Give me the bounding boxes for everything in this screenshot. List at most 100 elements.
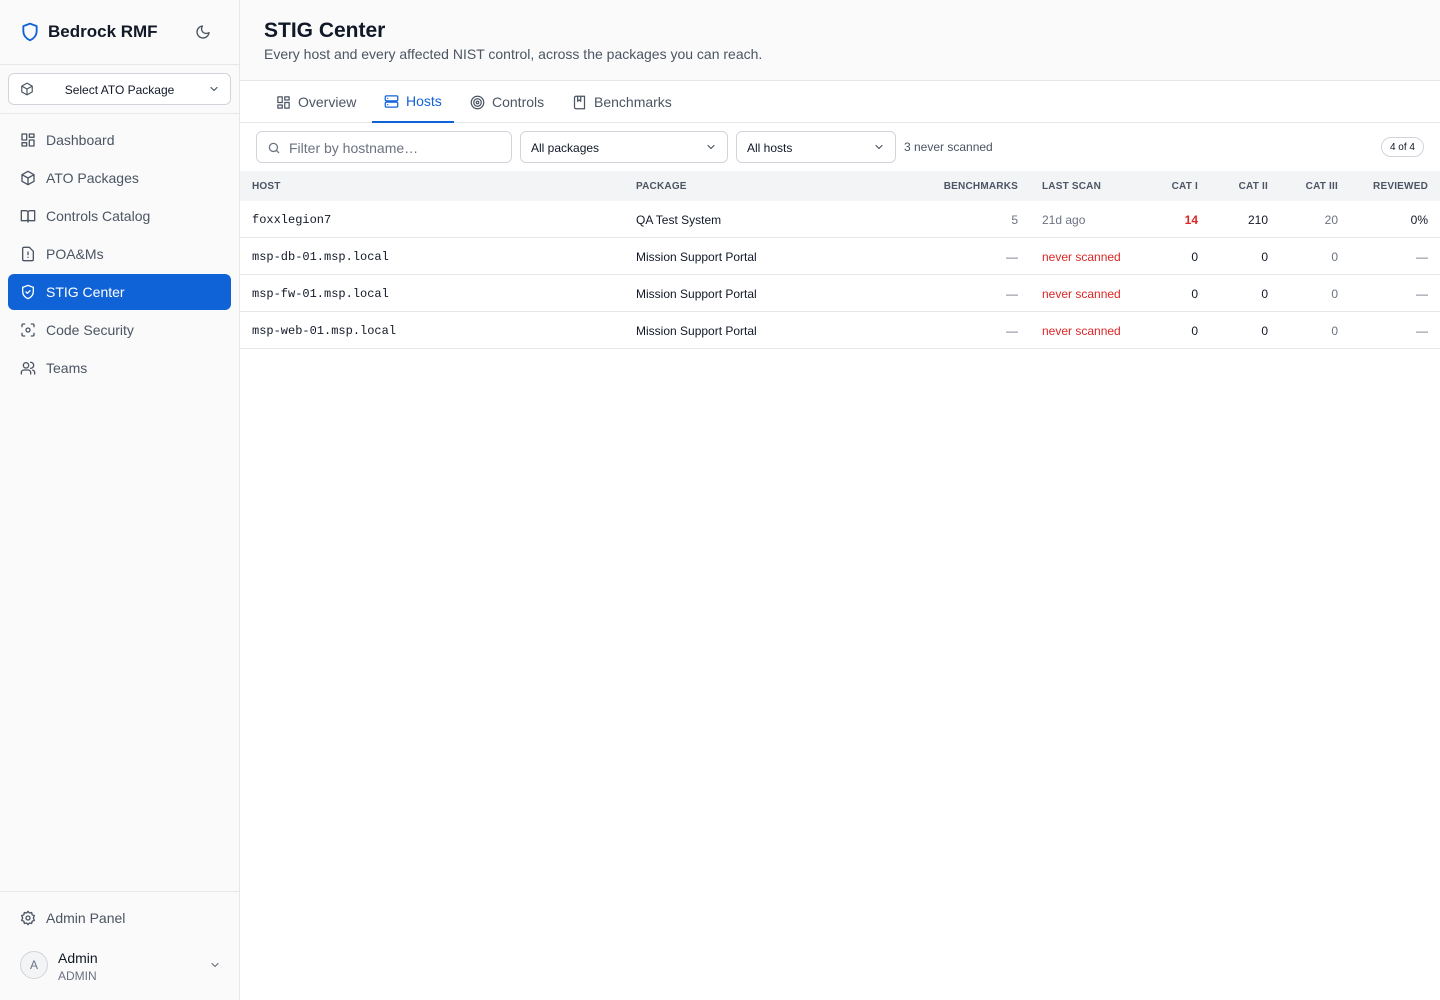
cat2-cell: 0: [1261, 250, 1268, 264]
sidebar-item-label: Dashboard: [46, 132, 115, 148]
ato-package-select[interactable]: Select ATO Package: [8, 73, 231, 105]
admin-panel-label: Admin Panel: [46, 910, 126, 926]
host-cell[interactable]: msp-fw-01.msp.local: [252, 287, 389, 301]
reviewed-cell: —: [1416, 324, 1428, 338]
cat2-cell: 210: [1247, 213, 1268, 227]
package-cell: QA Test System: [636, 213, 722, 227]
cat2-cell: 0: [1261, 287, 1268, 301]
cat1-cell: 0: [1191, 287, 1198, 301]
sidebar-item-stig-center[interactable]: STIG Center: [8, 274, 231, 310]
chevron-down-icon: [875, 144, 883, 150]
column-header-package[interactable]: PACKAGE: [636, 181, 687, 192]
last-scan-cell: never scanned: [1042, 324, 1121, 338]
moon-icon: [196, 25, 210, 39]
cat1-cell: 14: [1184, 213, 1198, 227]
packages-dropdown-value: All packages: [531, 141, 600, 155]
hosts-table: HOST PACKAGE BENCHMARKS LAST SCAN CAT I …: [240, 171, 1440, 349]
reviewed-cell: —: [1416, 250, 1428, 264]
sidebar-nav: Dashboard ATO Packages Controls Catalog …: [8, 122, 231, 388]
tab-hosts[interactable]: Hosts: [372, 81, 454, 123]
user-menu[interactable]: A Admin ADMIN: [8, 944, 231, 988]
tab-benchmarks[interactable]: Benchmarks: [560, 81, 684, 123]
filter-bar: All packages All hosts 3 never scanned 4…: [240, 123, 1440, 171]
server-icon: [384, 94, 399, 108]
shield-check-icon: [22, 284, 34, 300]
dashboard-icon: [21, 133, 35, 147]
sidebar-divider: [0, 891, 239, 892]
tab-label: Benchmarks: [594, 94, 672, 110]
column-header-cat3[interactable]: CAT III: [1306, 181, 1338, 192]
bookmark-book-icon: [573, 95, 586, 109]
never-scanned-count: 3 never scanned: [904, 140, 993, 154]
host-cell[interactable]: msp-db-01.msp.local: [252, 250, 389, 264]
last-scan-cell: 21d ago: [1042, 213, 1086, 227]
brand-title: Bedrock RMF: [48, 22, 158, 41]
hostname-search: [256, 131, 512, 163]
packages-dropdown[interactable]: All packages: [520, 131, 728, 163]
sidebar-item-label: STIG Center: [46, 284, 125, 300]
sidebar-divider: [0, 113, 239, 114]
tab-controls[interactable]: Controls: [458, 81, 556, 123]
table-header: HOST PACKAGE BENCHMARKS LAST SCAN CAT I …: [240, 171, 1440, 201]
benchmarks-cell: 5: [1011, 213, 1018, 227]
user-name: Admin: [58, 950, 98, 966]
column-header-benchmarks[interactable]: BENCHMARKS: [944, 181, 1018, 192]
tab-label: Controls: [492, 94, 545, 110]
sidebar-item-ato-packages[interactable]: ATO Packages: [8, 160, 231, 196]
tab-overview[interactable]: Overview: [264, 81, 368, 123]
table-row[interactable]: foxxlegion7 QA Test System 5 21d ago 14 …: [240, 201, 1440, 238]
admin-panel-link[interactable]: Admin Panel: [8, 900, 231, 936]
column-header-reviewed[interactable]: REVIEWED: [1373, 181, 1428, 192]
sidebar-item-code-security[interactable]: Code Security: [8, 312, 231, 348]
host-cell[interactable]: msp-web-01.msp.local: [252, 324, 396, 338]
package-cell: Mission Support Portal: [636, 250, 757, 264]
scan-icon: [21, 323, 35, 337]
benchmarks-cell: —: [1006, 287, 1018, 301]
user-role: ADMIN: [58, 969, 97, 983]
sidebar-item-label: Teams: [46, 360, 88, 376]
sidebar-item-label: Code Security: [46, 322, 134, 338]
hosts-dropdown[interactable]: All hosts: [736, 131, 896, 163]
sidebar-item-controls-catalog[interactable]: Controls Catalog: [8, 198, 231, 234]
column-header-host[interactable]: HOST: [252, 181, 281, 192]
host-cell[interactable]: foxxlegion7: [252, 213, 331, 227]
chevron-down-icon: [707, 144, 715, 150]
cat2-cell: 0: [1261, 324, 1268, 338]
column-header-cat1[interactable]: CAT I: [1172, 181, 1198, 192]
table-row[interactable]: msp-fw-01.msp.local Mission Support Port…: [240, 275, 1440, 312]
benchmarks-cell: —: [1006, 250, 1018, 264]
table-row[interactable]: msp-db-01.msp.local Mission Support Port…: [240, 238, 1440, 275]
cat3-cell: 0: [1331, 287, 1338, 301]
sidebar-item-teams[interactable]: Teams: [8, 350, 231, 386]
chevron-down-icon: [211, 962, 219, 968]
tab-label: Overview: [298, 94, 357, 110]
users-icon: [20, 361, 36, 375]
brand-header: Bedrock RMF: [0, 0, 239, 65]
main-content: STIG Center Every host and every affecte…: [240, 0, 1440, 1000]
chevron-down-icon: [210, 86, 218, 92]
benchmarks-cell: —: [1006, 324, 1018, 338]
cat3-cell: 0: [1331, 250, 1338, 264]
sidebar-item-poams[interactable]: POA&Ms: [8, 236, 231, 272]
cat3-cell: 0: [1331, 324, 1338, 338]
file-alert-icon: [22, 246, 34, 262]
book-icon: [20, 210, 36, 223]
theme-toggle-button[interactable]: [190, 19, 216, 45]
gear-icon: [21, 910, 35, 926]
package-cell: Mission Support Portal: [636, 287, 757, 301]
sidebar-item-dashboard[interactable]: Dashboard: [8, 122, 231, 158]
table-row[interactable]: msp-web-01.msp.local Mission Support Por…: [240, 312, 1440, 349]
cat1-cell: 0: [1191, 324, 1198, 338]
column-header-last-scan[interactable]: LAST SCAN: [1042, 181, 1101, 192]
hostname-search-input[interactable]: [289, 138, 504, 158]
page-title: STIG Center: [264, 19, 386, 42]
ato-package-select-label: Select ATO Package: [64, 83, 175, 97]
sidebar: Bedrock RMF Select ATO Package Dashboard…: [0, 0, 240, 1000]
last-scan-cell: never scanned: [1042, 250, 1121, 264]
target-icon: [470, 95, 485, 109]
package-cell: Mission Support Portal: [636, 324, 757, 338]
column-header-cat2[interactable]: CAT II: [1239, 181, 1268, 192]
overview-icon: [277, 95, 290, 109]
reviewed-cell: —: [1416, 287, 1428, 301]
search-icon: [268, 142, 280, 154]
